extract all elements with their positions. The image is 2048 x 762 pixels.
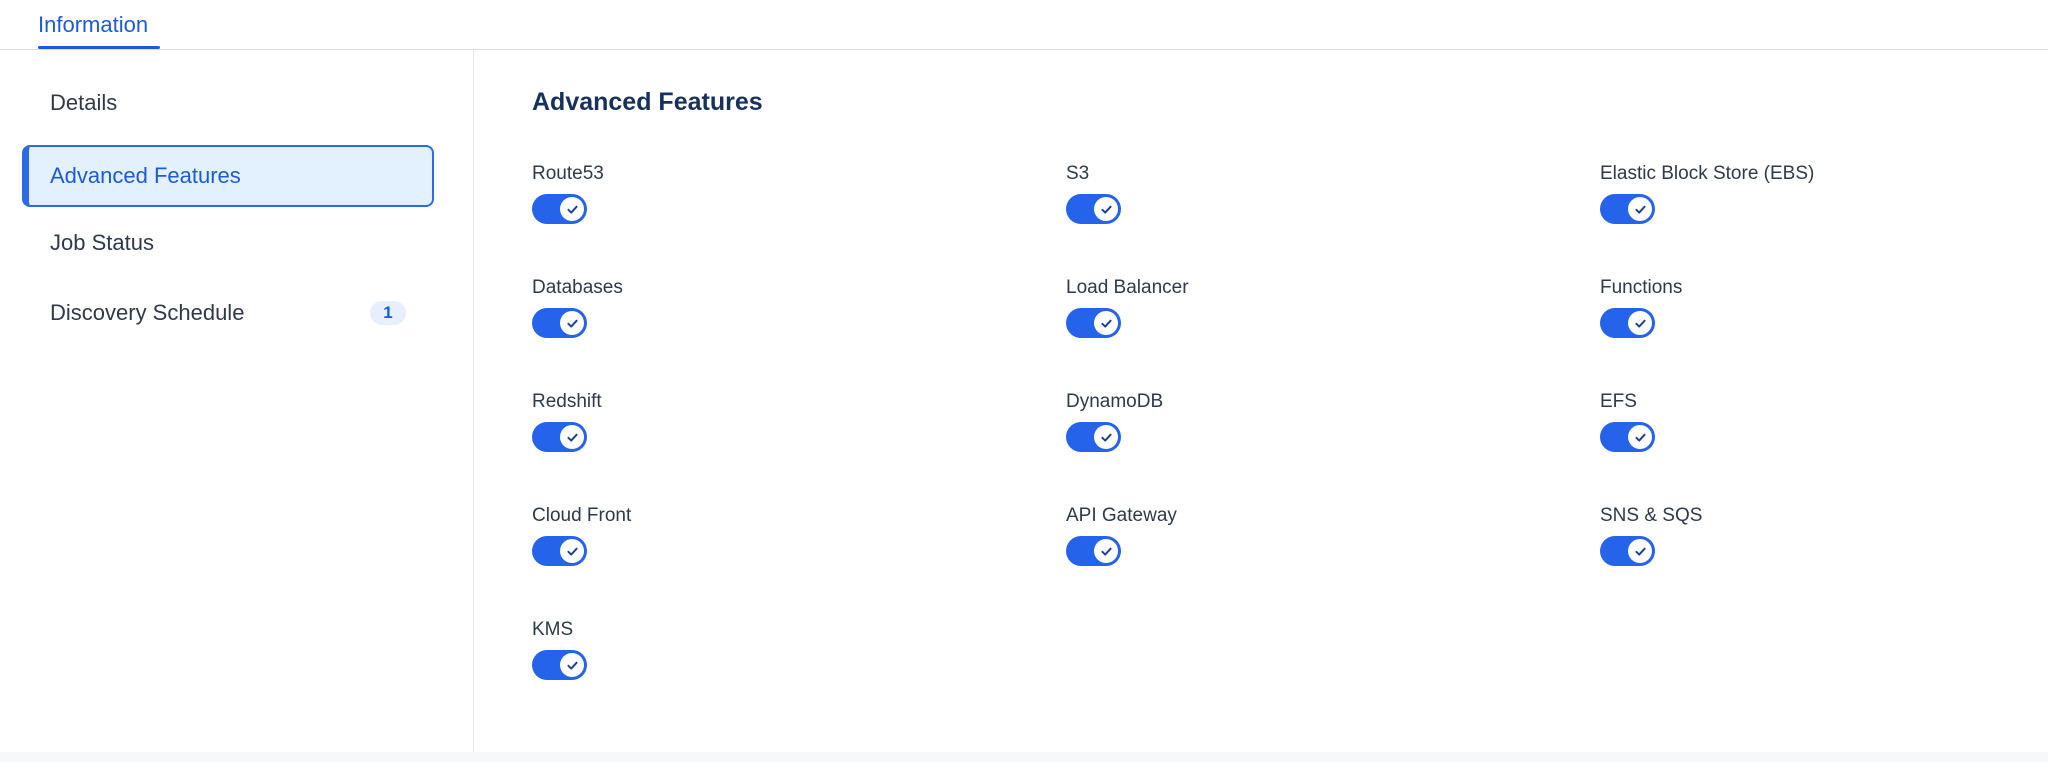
feature-item: Load Balancer — [1066, 276, 1546, 338]
feature-label: S3 — [1066, 163, 1090, 184]
feature-toggle[interactable] — [532, 650, 587, 680]
feature-item: S3 — [1066, 162, 1546, 224]
feature-item: Route53 — [532, 162, 1012, 224]
tab-bar: Information — [0, 0, 2048, 50]
feature-toggle[interactable] — [1066, 308, 1121, 338]
feature-toggle[interactable] — [532, 308, 587, 338]
feature-item: Functions — [1600, 276, 2048, 338]
feature-item: SNS & SQS — [1600, 504, 2048, 566]
feature-label: Load Balancer — [1066, 277, 1189, 298]
check-icon — [1094, 425, 1118, 449]
check-icon — [560, 197, 584, 221]
feature-toggle[interactable] — [532, 194, 587, 224]
feature-toggle[interactable] — [1066, 536, 1121, 566]
feature-toggle[interactable] — [532, 422, 587, 452]
sidebar: Details Advanced Features Job Status Dis… — [0, 50, 474, 762]
feature-item: DynamoDB — [1066, 390, 1546, 452]
feature-label: Elastic Block Store (EBS) — [1600, 163, 1815, 184]
sidebar-item-label: Discovery Schedule — [50, 300, 245, 325]
count-badge: 1 — [370, 301, 406, 325]
feature-item: KMS — [532, 618, 1012, 680]
feature-item: Cloud Front — [532, 504, 1012, 566]
check-icon — [1094, 539, 1118, 563]
check-icon — [1628, 425, 1652, 449]
check-icon — [560, 653, 584, 677]
feature-toggle[interactable] — [1066, 194, 1121, 224]
section-title: Advanced Features — [532, 88, 763, 116]
feature-toggle[interactable] — [1600, 308, 1655, 338]
feature-toggle[interactable] — [1066, 422, 1121, 452]
check-icon — [560, 425, 584, 449]
bottom-edge — [0, 752, 2048, 762]
sidebar-item-label: Advanced Features — [50, 163, 241, 188]
feature-label: Redshift — [532, 391, 602, 412]
check-icon — [1628, 197, 1652, 221]
feature-label: EFS — [1600, 391, 1637, 412]
feature-toggle[interactable] — [532, 536, 587, 566]
sidebar-item-details[interactable]: Details — [22, 72, 434, 134]
feature-item: Databases — [532, 276, 1012, 338]
feature-label: Databases — [532, 277, 623, 298]
sidebar-item-job-status[interactable]: Job Status — [22, 212, 434, 274]
sidebar-item-advanced-features[interactable]: Advanced Features — [22, 145, 434, 207]
feature-item: EFS — [1600, 390, 2048, 452]
check-icon — [560, 539, 584, 563]
feature-label: Route53 — [532, 163, 604, 184]
check-icon — [1094, 197, 1118, 221]
feature-toggle[interactable] — [1600, 536, 1655, 566]
check-icon — [560, 311, 584, 335]
feature-item: Redshift — [532, 390, 1012, 452]
feature-label: Functions — [1600, 277, 1683, 298]
check-icon — [1628, 311, 1652, 335]
active-tab-indicator — [38, 46, 160, 49]
feature-label: KMS — [532, 619, 574, 640]
feature-toggle[interactable] — [1600, 422, 1655, 452]
sidebar-item-discovery-schedule[interactable]: Discovery Schedule 1 — [22, 282, 434, 344]
tab-information[interactable]: Information — [38, 0, 148, 50]
feature-label: DynamoDB — [1066, 391, 1164, 412]
feature-label: API Gateway — [1066, 505, 1177, 526]
feature-toggle[interactable] — [1600, 194, 1655, 224]
sidebar-item-label: Details — [50, 90, 118, 115]
feature-label: SNS & SQS — [1600, 505, 1703, 526]
feature-label: Cloud Front — [532, 505, 632, 526]
feature-item: Elastic Block Store (EBS) — [1600, 162, 2048, 224]
feature-item: API Gateway — [1066, 504, 1546, 566]
check-icon — [1094, 311, 1118, 335]
sidebar-item-label: Job Status — [50, 230, 154, 255]
check-icon — [1628, 539, 1652, 563]
